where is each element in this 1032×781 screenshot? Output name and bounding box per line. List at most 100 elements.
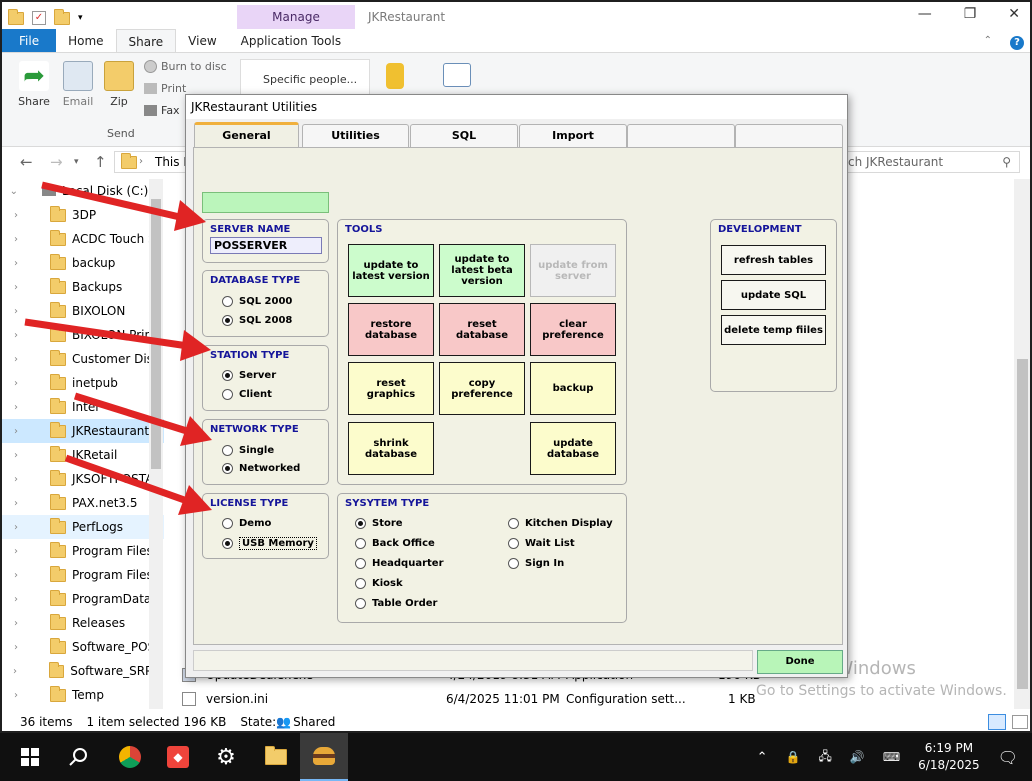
nav-item-folder[interactable]: › JKSOFTPOSTAL [2,467,164,491]
tab-empty-6[interactable] [735,124,843,148]
help-icon[interactable]: ? [1000,29,1030,52]
update-latest-beta-button[interactable]: update to latest beta version [439,244,525,297]
tab-sql[interactable]: SQL [410,124,518,148]
tab-empty-5[interactable] [627,124,735,148]
chevron-right-icon[interactable]: › [2,594,28,605]
print-button[interactable]: Print [144,82,186,95]
chevron-right-icon[interactable]: › [2,378,28,389]
radio-sql-2008[interactable]: SQL 2008 [222,315,292,326]
delete-temp-files-button[interactable]: delete temp fiiles [721,315,826,345]
chevron-right-icon[interactable]: › [2,234,28,245]
chevron-right-icon[interactable]: › [2,474,28,485]
nav-item-folder[interactable]: › ProgramData [2,587,164,611]
email-button[interactable]: Email [60,61,96,108]
file-explorer-icon[interactable] [252,733,300,781]
tab-file[interactable]: File [2,29,57,52]
nav-item-local-disk[interactable]: ⌄ Local Disk (C:) [2,179,164,203]
chevron-right-icon[interactable]: › [2,210,28,221]
refresh-tables-button[interactable]: refresh tables [721,245,826,275]
radio-kitchen-display[interactable]: Kitchen Display [508,518,613,529]
close-icon[interactable]: ✕ [1008,6,1020,22]
reset-database-button[interactable]: reset database [439,303,525,356]
manage-contextual-tab[interactable]: Manage [237,5,355,29]
chevron-right-icon[interactable]: › [2,426,28,437]
nav-item-folder[interactable]: › BIXOLON Print [2,323,164,347]
chevron-right-icon[interactable]: › [2,666,27,677]
tray-chevron-icon[interactable]: ⌃ [757,750,768,765]
nav-item-folder[interactable]: › Software_POS_ [2,635,164,659]
up-arrow-icon[interactable]: ↑ [94,153,107,171]
update-database-button[interactable]: update database [530,422,616,475]
keyboard-icon[interactable]: ⌨ [883,750,900,764]
clock[interactable]: 6:19 PM 6/18/2025 [918,740,980,774]
chevron-right-icon[interactable]: › [2,618,28,629]
chevron-right-icon[interactable]: › [2,642,28,653]
tab-general[interactable]: General [194,122,299,148]
burn-to-disc-button[interactable]: Burn to disc [144,60,227,73]
security-lock-icon[interactable]: 🔒 [786,750,801,764]
nav-item-folder[interactable]: › Software_SRP-2 [2,659,164,683]
radio-wait-list[interactable]: Wait List [508,538,575,549]
tab-view[interactable]: View [176,29,228,52]
chevron-right-icon[interactable]: › [2,522,28,533]
lock-icon[interactable] [385,63,405,93]
chevron-right-icon[interactable]: › [2,498,28,509]
tab-share[interactable]: Share [115,29,177,52]
radio-sign-in[interactable]: Sign In [508,558,564,569]
maximize-icon[interactable]: ❐ [964,6,977,22]
backup-button[interactable]: backup [530,362,616,415]
minimize-icon[interactable]: — [918,6,932,22]
chevron-right-icon[interactable]: › [2,402,28,413]
radio-table-order[interactable]: Table Order [355,598,437,609]
radio-server[interactable]: Server [222,370,276,381]
nav-item-folder[interactable]: › Temp [2,683,164,707]
nav-item-folder[interactable]: › PerfLogs [2,515,164,539]
copy-preference-button[interactable]: copy preference [439,362,525,415]
radio-single[interactable]: Single [222,445,274,456]
share-button[interactable]: ➦ Share [16,61,52,108]
details-view-icon[interactable] [988,714,1006,730]
content-scrollbar[interactable] [1014,179,1030,709]
nav-item-folder[interactable]: › Backups [2,275,164,299]
nav-item-folder[interactable]: › JKRetail [2,443,164,467]
nav-item-folder[interactable]: › BIXOLON [2,299,164,323]
tab-application-tools[interactable]: Application Tools [229,29,353,52]
shrink-database-button[interactable]: shrink database [348,422,434,475]
folder-icon[interactable] [8,8,24,25]
clear-preference-button[interactable]: clear preference [530,303,616,356]
update-sql-button[interactable]: update SQL [721,280,826,310]
server-name-input[interactable]: POSSERVER [210,237,322,254]
network-icon[interactable]: 🖧 [818,747,831,768]
ribbon-collapse-icon[interactable]: ⌃ [976,29,1000,52]
chevron-right-icon[interactable]: › [2,306,28,317]
nav-item-folder[interactable]: › Customer Disp [2,347,164,371]
volume-icon[interactable]: 🔊 [850,750,865,764]
specific-people-button[interactable]: Specific people... [240,59,370,99]
nav-item-folder[interactable]: › inetpub [2,371,164,395]
anydesk-icon[interactable]: ◆ [154,733,202,781]
nav-item-folder[interactable]: › PAX.net3.5 [2,491,164,515]
fax-button[interactable]: Fax [144,104,180,117]
radio-sql-2000[interactable]: SQL 2000 [222,296,292,307]
tab-utilities[interactable]: Utilities [302,124,409,148]
jkrestaurant-app-icon[interactable] [300,733,348,781]
nav-scrollbar[interactable] [149,179,163,709]
radio-store[interactable]: Store [355,518,403,529]
restore-database-button[interactable]: restore database [348,303,434,356]
large-icons-view-icon[interactable] [1012,715,1028,729]
chevron-right-icon[interactable]: › [2,258,28,269]
nav-item-folder[interactable]: › Program Files ( [2,563,164,587]
nav-item-folder[interactable]: › 3DP [2,203,164,227]
chrome-icon[interactable] [106,733,154,781]
qat-dropdown-icon[interactable]: ▾ [78,13,83,23]
reset-graphics-button[interactable]: reset graphics [348,362,434,415]
chevron-down-icon[interactable]: ⌄ [2,186,28,197]
advanced-security-icon[interactable] [442,63,472,91]
forward-arrow-icon[interactable]: → [50,153,63,171]
chevron-right-icon[interactable]: › [2,282,28,293]
chevron-right-icon[interactable]: › [2,570,28,581]
properties-icon[interactable]: ✓ [32,11,46,25]
tab-import[interactable]: Import [519,124,627,148]
chevron-right-icon[interactable]: › [2,354,28,365]
chevron-right-icon[interactable]: › [2,546,28,557]
